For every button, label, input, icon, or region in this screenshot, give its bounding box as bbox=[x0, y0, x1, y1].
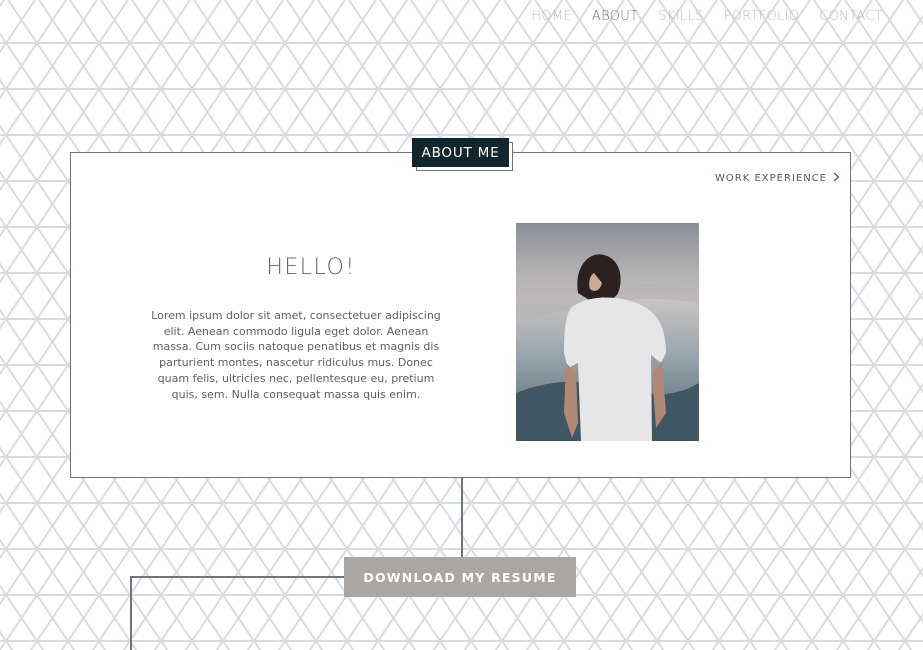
bio-text: Lorem ipsum dolor sit amet, consectetuer… bbox=[151, 309, 441, 401]
nav-item-skills[interactable]: SKILLS bbox=[658, 9, 703, 24]
nav-item-about[interactable]: ABOUT bbox=[592, 9, 638, 24]
greeting-heading: HELLO! bbox=[266, 255, 356, 280]
connector-line-vertical-bottom bbox=[130, 576, 132, 650]
download-resume-button[interactable]: DOWNLOAD MY RESUME bbox=[344, 557, 576, 597]
connector-line-horizontal bbox=[130, 576, 344, 578]
chevron-right-icon bbox=[833, 171, 840, 185]
work-experience-label: WORK EXPERIENCE bbox=[715, 172, 827, 184]
about-me-label: ABOUT ME bbox=[412, 138, 509, 167]
work-experience-link[interactable]: WORK EXPERIENCE bbox=[715, 171, 840, 185]
profile-photo bbox=[516, 223, 699, 441]
nav-item-home[interactable]: HOME bbox=[531, 9, 572, 24]
connector-line-vertical-top bbox=[461, 478, 463, 557]
nav-item-contact[interactable]: CONTACT bbox=[819, 9, 883, 24]
nav-item-portfolio[interactable]: PORTFOLIO bbox=[723, 9, 799, 24]
main-nav: HOME ABOUT SKILLS PORTFOLIO CONTACT bbox=[531, 9, 883, 24]
about-card: WORK EXPERIENCE HELLO! Lorem ipsum dolor… bbox=[70, 152, 851, 478]
